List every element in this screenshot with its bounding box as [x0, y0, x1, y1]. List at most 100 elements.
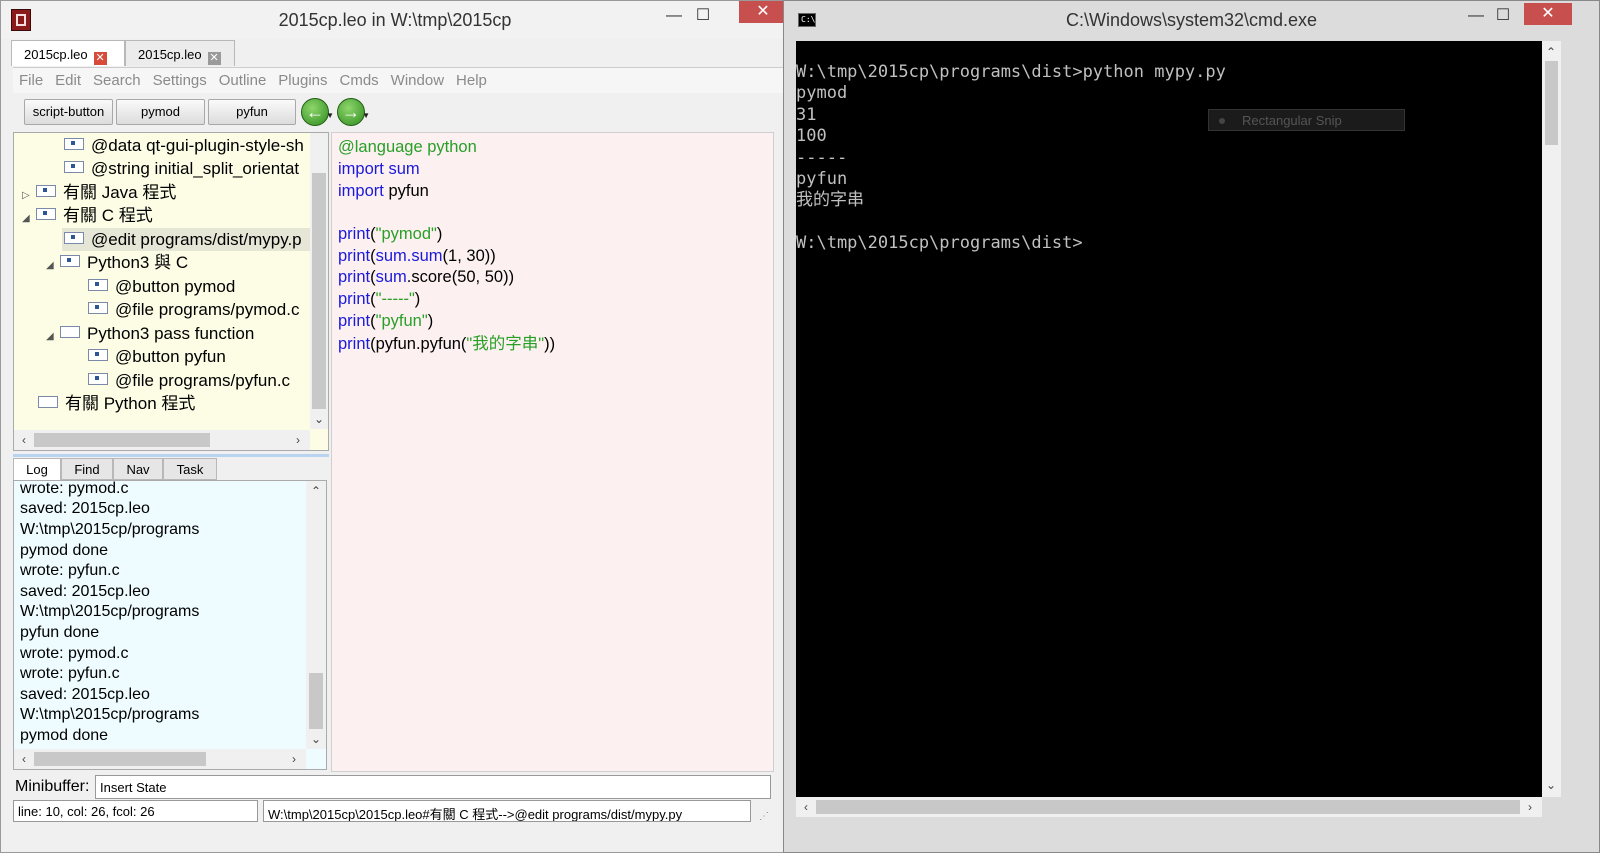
menu-search[interactable]: Search	[87, 68, 147, 89]
outline-node[interactable]: 有關 Python 程式	[38, 392, 195, 415]
scroll-thumb[interactable]	[309, 673, 323, 729]
outline-node[interactable]: @button pyfun	[88, 345, 226, 368]
scroll-right-icon[interactable]: ›	[286, 751, 302, 767]
pymod-button[interactable]: pymod	[116, 99, 205, 125]
outline-node[interactable]: ◢ Python3 與 C	[46, 251, 188, 274]
doc-tab[interactable]: 2015cp.leo ✕	[125, 40, 235, 66]
scroll-left-icon[interactable]: ‹	[16, 432, 32, 448]
body-editor[interactable]: @language python import sum import pyfun…	[331, 132, 774, 772]
resize-grip-icon[interactable]: ⋰	[759, 811, 769, 822]
log-line: W:\tmp\2015cp/programs	[20, 603, 200, 620]
console-line: 31	[796, 105, 817, 125]
scroll-left-icon[interactable]: ‹	[16, 751, 32, 767]
scroll-down-icon[interactable]: ⌄	[310, 411, 328, 427]
log-line: saved: 2015cp.leo	[20, 500, 150, 517]
scroll-right-icon[interactable]: ›	[290, 432, 306, 448]
tab-close-icon[interactable]: ✕	[207, 52, 221, 65]
menu-window[interactable]: Window	[385, 68, 450, 89]
leo-titlebar[interactable]: 2015cp.leo in W:\tmp\2015cp — ☐ ✕	[1, 1, 789, 39]
menu-file[interactable]: File	[13, 68, 49, 89]
node-icon	[88, 349, 108, 361]
log-line: W:\tmp\2015cp/programs	[20, 521, 200, 538]
scroll-thumb[interactable]	[34, 752, 206, 766]
maximize-icon[interactable]: ☐	[1487, 3, 1519, 29]
outline-hscrollbar[interactable]: ‹ ›	[14, 430, 310, 450]
log-line: wrote: pyfun.c	[20, 562, 120, 579]
outline-node[interactable]: @file programs/pyfun.c	[88, 369, 290, 392]
outline-node[interactable]: ◢ 有關 C 程式	[22, 204, 153, 227]
node-icon	[38, 396, 58, 408]
tab-close-icon[interactable]: ✕	[93, 52, 107, 65]
console-line: pymod	[796, 83, 848, 103]
cmd-titlebar[interactable]: C:\ C:\Windows\system32\cmd.exe — ☐ ✕	[784, 1, 1599, 39]
menu-settings[interactable]: Settings	[147, 68, 213, 89]
scroll-right-icon[interactable]: ›	[1522, 799, 1538, 815]
leo-window: 2015cp.leo in W:\tmp\2015cp — ☐ ✕ 2015cp…	[0, 0, 790, 853]
log-pane[interactable]: wrote: pymod.c saved: 2015cp.leo W:\tmp\…	[13, 480, 327, 770]
node-icon	[64, 138, 84, 150]
scroll-down-icon[interactable]: ⌄	[308, 731, 324, 747]
code-line: print("pyfun")	[338, 312, 434, 330]
outline-pane[interactable]: @data qt-gui-plugin-style-sh @string ini…	[13, 132, 329, 451]
menu-plugins[interactable]: Plugins	[272, 68, 333, 89]
collapse-arrow-icon[interactable]: ◢	[46, 254, 60, 277]
outline-node[interactable]: @button pymod	[88, 275, 235, 298]
menu-bar: File Edit Search Settings Outline Plugins Cmds…	[13, 67, 789, 93]
scroll-thumb[interactable]	[1545, 61, 1558, 145]
script-button[interactable]: script-button	[24, 99, 113, 125]
minimize-icon[interactable]: —	[658, 3, 690, 29]
code-line: import sum	[338, 160, 420, 178]
tab-task[interactable]: Task	[163, 458, 217, 480]
minibuffer-input[interactable]: Insert State	[95, 775, 771, 799]
node-icon	[36, 185, 56, 197]
console-line: 100	[796, 126, 827, 146]
log-vscrollbar[interactable]: ⌃ ⌄	[306, 481, 326, 749]
status-position: line: 10, col: 26, fcol: 26	[13, 800, 258, 822]
collapse-arrow-icon[interactable]: ◢	[46, 325, 60, 348]
code-line: print("pymod")	[338, 225, 443, 243]
menu-cmds[interactable]: Cmds	[334, 68, 385, 89]
cmd-hscrollbar[interactable]: ‹ ›	[796, 797, 1542, 817]
log-line: pymod done	[20, 727, 109, 744]
doc-tab-label: 2015cp.leo	[138, 47, 202, 62]
code-line: print(sum.sum(1, 30))	[338, 247, 496, 265]
tab-log[interactable]: Log	[13, 458, 61, 481]
close-icon[interactable]: ✕	[1524, 3, 1572, 25]
scroll-up-icon[interactable]: ⌃	[308, 483, 324, 499]
menu-edit[interactable]: Edit	[49, 68, 87, 89]
splitter[interactable]	[13, 454, 329, 457]
pyfun-button[interactable]: pyfun	[208, 99, 296, 125]
status-path: W:\tmp\2015cp\2015cp.leo#有關 C 程式-->@edit…	[263, 800, 751, 822]
doc-tab-active[interactable]: 2015cp.leo ✕	[11, 40, 125, 66]
outline-node[interactable]: @data qt-gui-plugin-style-sh	[64, 134, 304, 157]
tab-find[interactable]: Find	[61, 458, 113, 480]
scroll-thumb[interactable]	[816, 800, 1520, 814]
console-line: 我的字串	[796, 190, 864, 210]
scroll-thumb[interactable]	[34, 433, 210, 447]
tab-nav[interactable]: Nav	[113, 458, 163, 480]
outline-node-selected[interactable]: @edit programs/dist/mypy.p	[62, 228, 328, 251]
scroll-up-icon[interactable]: ⌃	[1543, 44, 1559, 60]
log-line: wrote: pymod.c	[20, 645, 129, 662]
outline-node[interactable]: @file programs/pymod.c	[88, 298, 300, 321]
outline-node[interactable]: ▷ 有關 Java 程式	[22, 181, 176, 204]
menu-help[interactable]: Help	[450, 68, 493, 89]
scroll-down-icon[interactable]: ⌄	[1543, 777, 1559, 793]
doc-tab-label: 2015cp.leo	[24, 47, 88, 62]
outline-node[interactable]: @string initial_split_orientat	[64, 157, 299, 180]
outline-node[interactable]: ◢ Python3 pass function	[46, 322, 254, 345]
back-arrow-icon[interactable]: ← ▼	[301, 98, 334, 126]
cmd-vscrollbar[interactable]: ⌃ ⌄	[1542, 41, 1561, 797]
scroll-thumb[interactable]	[312, 173, 326, 409]
menu-outline[interactable]: Outline	[213, 68, 273, 89]
code-line: import pyfun	[338, 182, 429, 200]
console-output[interactable]: W:\tmp\2015cp\programs\dist>python mypy.…	[796, 41, 1542, 797]
maximize-icon[interactable]: ☐	[687, 3, 719, 29]
log-line: W:\tmp\2015cp/programs	[20, 706, 200, 723]
forward-arrow-icon[interactable]: → ▼	[337, 98, 370, 126]
log-hscrollbar[interactable]: ‹ ›	[14, 749, 306, 769]
outline-vscrollbar[interactable]: ⌄	[310, 133, 328, 429]
collapse-arrow-icon[interactable]: ◢	[22, 207, 36, 230]
close-icon[interactable]: ✕	[739, 1, 787, 23]
scroll-left-icon[interactable]: ‹	[798, 799, 814, 815]
